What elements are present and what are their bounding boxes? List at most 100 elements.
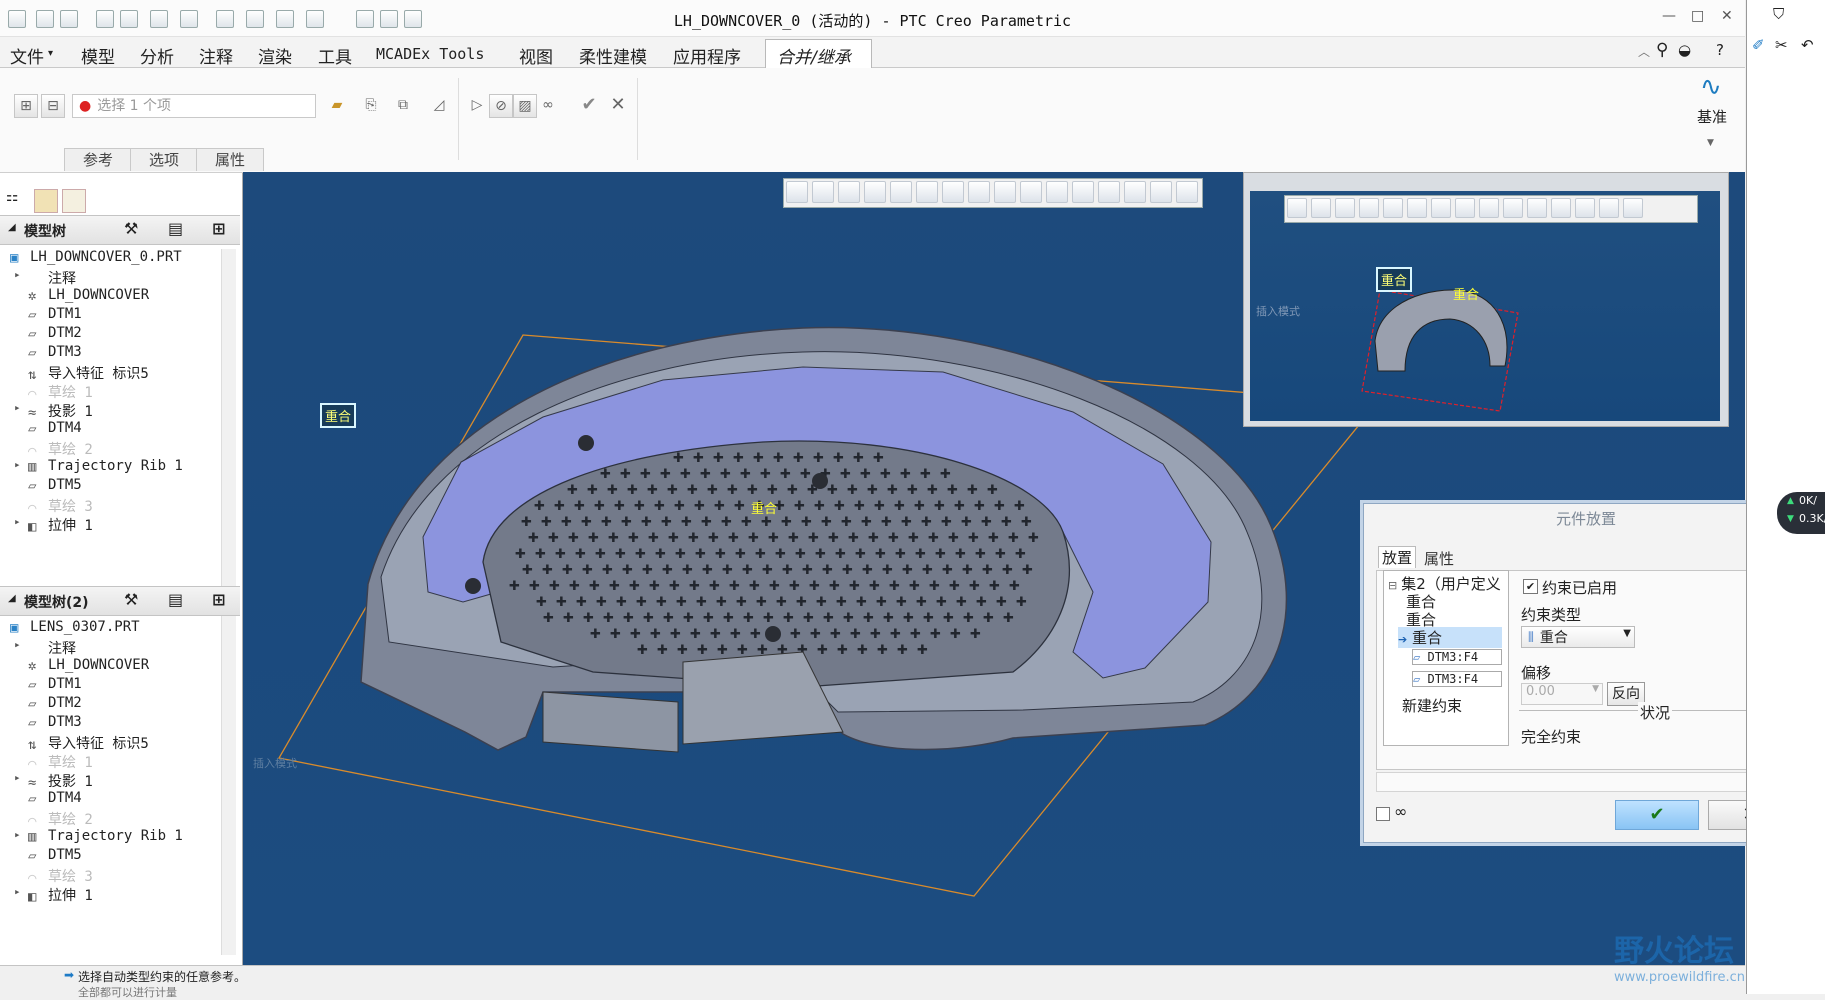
show-icon[interactable]: ▤	[168, 219, 183, 238]
tab-options[interactable]: 选项	[130, 148, 198, 171]
window-menu-icon[interactable]: ⛉	[1773, 5, 1784, 23]
preview-geometry-icon[interactable]: ▨	[513, 94, 537, 118]
preview-constraint-tag[interactable]: 重合	[1450, 283, 1482, 304]
tree-item[interactable]: ▱ DTM1	[18, 306, 82, 323]
folder-browser-icon[interactable]	[34, 189, 58, 213]
tab-references[interactable]: 参考	[64, 148, 132, 171]
columns-icon[interactable]: ⊞	[212, 590, 225, 609]
tree-item[interactable]: ▸ ◧ 拉伸 1	[14, 515, 93, 535]
tree-item[interactable]: ▸ 注释	[14, 268, 76, 288]
glasses-icon[interactable]: ∞	[537, 94, 559, 116]
tree-item[interactable]: ⌒ 草绘 1	[18, 752, 93, 772]
tree-item[interactable]: ⌒ 草绘 3	[18, 496, 93, 516]
tree-item[interactable]: ▣ LENS_0307.PRT	[10, 619, 140, 636]
cancel-x-icon[interactable]: ✕	[607, 94, 629, 116]
tab-properties[interactable]: 属性	[196, 148, 264, 171]
menu-tools[interactable]: 工具	[318, 43, 352, 68]
tree-item[interactable]: ⌒ 草绘 1	[18, 382, 93, 402]
menu-file[interactable]: 文件	[10, 43, 44, 68]
tab-placement[interactable]: 放置	[1378, 546, 1417, 568]
expand-icon[interactable]: ▸	[14, 401, 21, 414]
community-icon[interactable]: ◒	[1678, 41, 1691, 59]
tree-item[interactable]: ▸ ◧ 拉伸 1	[14, 885, 93, 905]
preview-checkbox[interactable]	[1376, 807, 1390, 821]
tree-item[interactable]: ▸ 注释	[14, 638, 76, 658]
auto-constraint-icon[interactable]: ⊟	[41, 94, 65, 118]
constraint-type-select[interactable]: ⫴ 重合 ▼	[1521, 626, 1635, 648]
tree-item[interactable]: ▱ DTM3	[18, 714, 82, 731]
model-tree-header[interactable]: ◢ 模型树 ⚒ ▤ ⊞	[0, 215, 240, 245]
collapse-icon[interactable]: ⊟	[1388, 579, 1397, 592]
tree-item[interactable]: ⇅ 导入特征 标识5	[18, 363, 149, 383]
constraint-item-selected[interactable]: ➔ 重合	[1398, 627, 1502, 648]
ok-button[interactable]: ✔	[1615, 800, 1699, 830]
tree-item[interactable]: ▱ DTM2	[18, 695, 82, 712]
show-icon[interactable]: ▤	[168, 590, 183, 609]
preview-viewport[interactable]: 重合 重合 插入模式	[1250, 191, 1720, 421]
offset-input[interactable]: 0.00 ▼	[1521, 683, 1603, 705]
help-icon[interactable]: ?	[1716, 41, 1724, 59]
menu-view[interactable]: 视图	[519, 43, 553, 68]
scissors-icon[interactable]: ✂	[1775, 36, 1788, 54]
component-icon[interactable]: ⎘	[360, 94, 382, 116]
expand-icon[interactable]: ▸	[14, 771, 21, 784]
chevron-down-icon[interactable]: ▼	[1707, 138, 1714, 148]
constraint-tag[interactable]: 重合	[320, 403, 357, 428]
model-tree-tab-icon[interactable]: ⚏	[6, 189, 28, 211]
settings-icon[interactable]: ⚒	[124, 219, 138, 238]
tree-item[interactable]: ▸ ▥ Trajectory Rib 1	[14, 458, 183, 475]
menu-merge-inherit[interactable]: 合并/继承	[777, 43, 851, 68]
close-button[interactable]: ✕	[1721, 8, 1733, 24]
menu-applications[interactable]: 应用程序	[673, 43, 741, 68]
undo-icon[interactable]: ↶	[1801, 36, 1814, 54]
tree-item[interactable]: ⌒ 草绘 3	[18, 866, 93, 886]
tree-item[interactable]: ▱ DTM4	[18, 420, 82, 437]
tree-item[interactable]: ▱ DTM2	[18, 325, 82, 342]
search-icon[interactable]: ⚲	[1656, 40, 1668, 60]
apply-check-icon[interactable]: ✔	[578, 94, 600, 116]
play-icon[interactable]: ▷	[466, 94, 488, 116]
expand-icon[interactable]: ▸	[14, 458, 21, 471]
preview-constraint-tag[interactable]: 重合	[1376, 267, 1413, 292]
settings-icon[interactable]: ⚒	[124, 590, 138, 609]
tree-item[interactable]: ✲ LH_DOWNCOVER	[18, 287, 149, 304]
set-item[interactable]: ⊟ 集2（用户定义	[1388, 573, 1501, 594]
collapse-icon[interactable]: ◢	[8, 593, 16, 604]
tree-item[interactable]: ▣ LH_DOWNCOVER_0.PRT	[10, 249, 182, 266]
tree-item[interactable]: ⌒ 草绘 2	[18, 439, 93, 459]
pencil-icon[interactable]: ✐	[1752, 36, 1765, 54]
collapse-icon[interactable]: ◢	[8, 222, 16, 233]
datum-label[interactable]: 基准	[1697, 106, 1727, 127]
tree-item[interactable]: ▸ ▥ Trajectory Rib 1	[14, 828, 183, 845]
collapse-ribbon-icon[interactable]: ︿	[1638, 43, 1650, 60]
expand-icon[interactable]: ▸	[14, 638, 21, 651]
datum-curve-icon[interactable]: ∿	[1700, 72, 1722, 102]
tree-item[interactable]: ▸ ≈ 投影 1	[14, 771, 93, 791]
folder-icon[interactable]: ▰	[326, 94, 348, 116]
tree-item[interactable]: ⇅ 导入特征 标识5	[18, 733, 149, 753]
maximize-button[interactable]: □	[1691, 8, 1704, 24]
new-constraint-link[interactable]: 新建约束	[1402, 695, 1462, 716]
constraint-tag[interactable]: 重合	[748, 497, 780, 518]
tree-item[interactable]: ▱ DTM4	[18, 790, 82, 807]
tree-2-scrollbar[interactable]	[221, 619, 236, 955]
columns-icon[interactable]: ⊞	[212, 219, 225, 238]
tree-item[interactable]: ▱ DTM3	[18, 344, 82, 361]
minimize-button[interactable]: —	[1662, 8, 1676, 24]
reference-collector[interactable]: ● 选择 1 个项	[72, 94, 316, 118]
menu-model[interactable]: 模型	[81, 43, 115, 68]
expand-icon[interactable]: ▸	[14, 885, 21, 898]
menu-mcadex-tools[interactable]: MCADEx Tools	[376, 45, 484, 63]
tree-item[interactable]: ▱ DTM1	[18, 676, 82, 693]
menu-render[interactable]: 渲染	[258, 43, 292, 68]
favorites-icon[interactable]	[62, 189, 86, 213]
copy-geometry-icon[interactable]: ⧉	[392, 94, 414, 116]
tree-item[interactable]: ▱ DTM5	[18, 847, 82, 864]
model-tree-2-header[interactable]: ◢ 模型树(2) ⚒ ▤ ⊞	[0, 586, 240, 616]
user-defined-set-icon[interactable]: ⊞	[14, 94, 38, 118]
menu-annotate[interactable]: 注释	[199, 43, 233, 68]
component-preview-window[interactable]: 重合 重合 插入模式	[1243, 172, 1729, 427]
datum-plane-icon[interactable]: ◿	[428, 94, 450, 116]
tree-item[interactable]: ✲ LH_DOWNCOVER	[18, 657, 149, 674]
reference-item[interactable]: ▱ DTM3:F4	[1412, 671, 1502, 687]
